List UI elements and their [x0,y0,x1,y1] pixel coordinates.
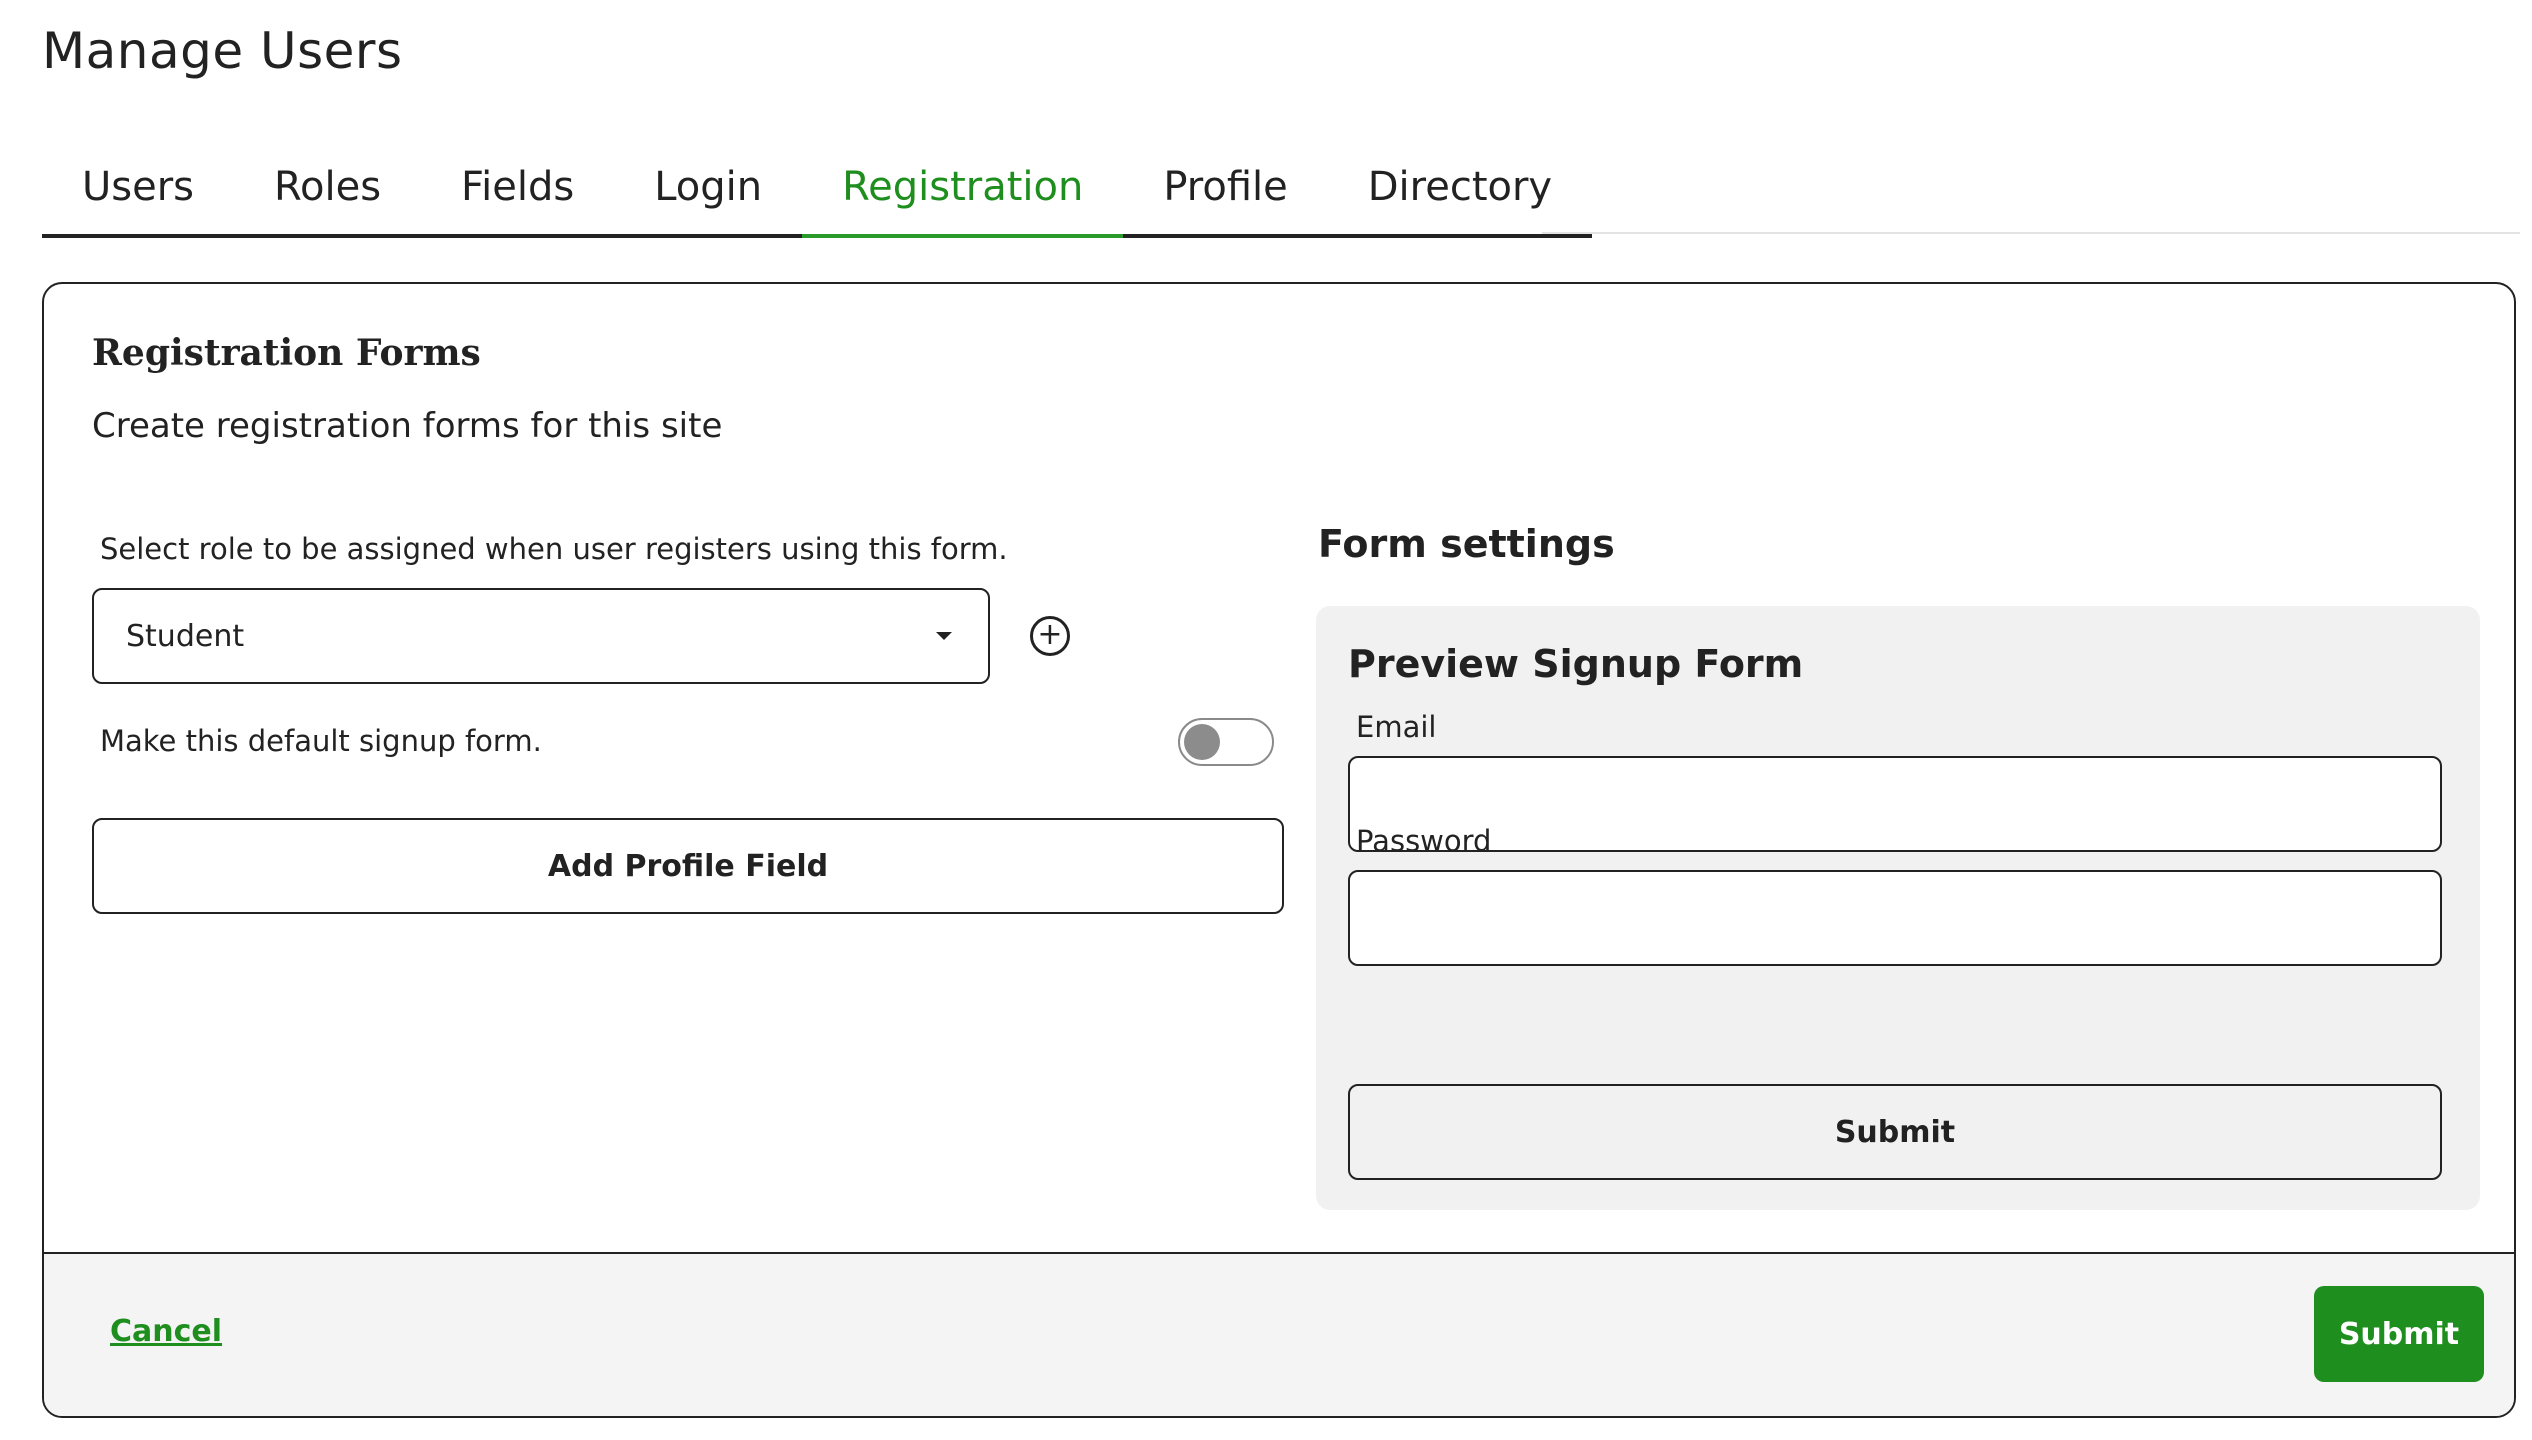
card-title: Registration Forms [92,332,481,374]
add-profile-field-button[interactable]: Add Profile Field [92,818,1284,914]
tab-roles[interactable]: Roles [234,140,421,234]
preview-signup-form: Preview Signup Form Email Password Submi… [1316,606,2480,1210]
tab-bar-divider [1542,232,2520,234]
password-field[interactable] [1348,870,2442,966]
card-footer: Cancel Submit [44,1252,2514,1416]
role-select[interactable]: Student [92,588,990,684]
chevron-down-icon [936,632,952,640]
role-select-label: Select role to be assigned when user reg… [100,532,1008,566]
page-title: Manage Users [42,22,403,80]
toggle-knob [1184,724,1220,760]
registration-forms-card: Registration Forms Create registration f… [42,282,2516,1418]
form-settings-heading: Form settings [1318,522,1615,566]
tab-fields[interactable]: Fields [421,140,614,234]
default-signup-toggle[interactable] [1178,718,1274,766]
add-role-button[interactable]: + [1030,616,1070,656]
tab-bar: Users Roles Fields Login Registration Pr… [42,140,1593,238]
tab-directory[interactable]: Directory [1328,140,1592,234]
plus-circle-icon: + [1037,616,1063,652]
tab-users[interactable]: Users [42,140,234,234]
submit-button[interactable]: Submit [2314,1286,2484,1382]
preview-title: Preview Signup Form [1348,642,1804,686]
cancel-link[interactable]: Cancel [110,1314,222,1349]
card-subtitle: Create registration forms for this site [92,406,723,446]
tab-login[interactable]: Login [614,140,802,234]
tab-profile[interactable]: Profile [1123,140,1327,234]
email-label: Email [1356,710,1437,744]
role-select-value: Student [126,618,245,654]
default-signup-label: Make this default signup form. [100,724,542,758]
preview-submit-button[interactable]: Submit [1348,1084,2442,1180]
email-field[interactable] [1348,756,2442,852]
tab-registration[interactable]: Registration [802,140,1124,238]
password-label: Password [1356,824,1492,858]
